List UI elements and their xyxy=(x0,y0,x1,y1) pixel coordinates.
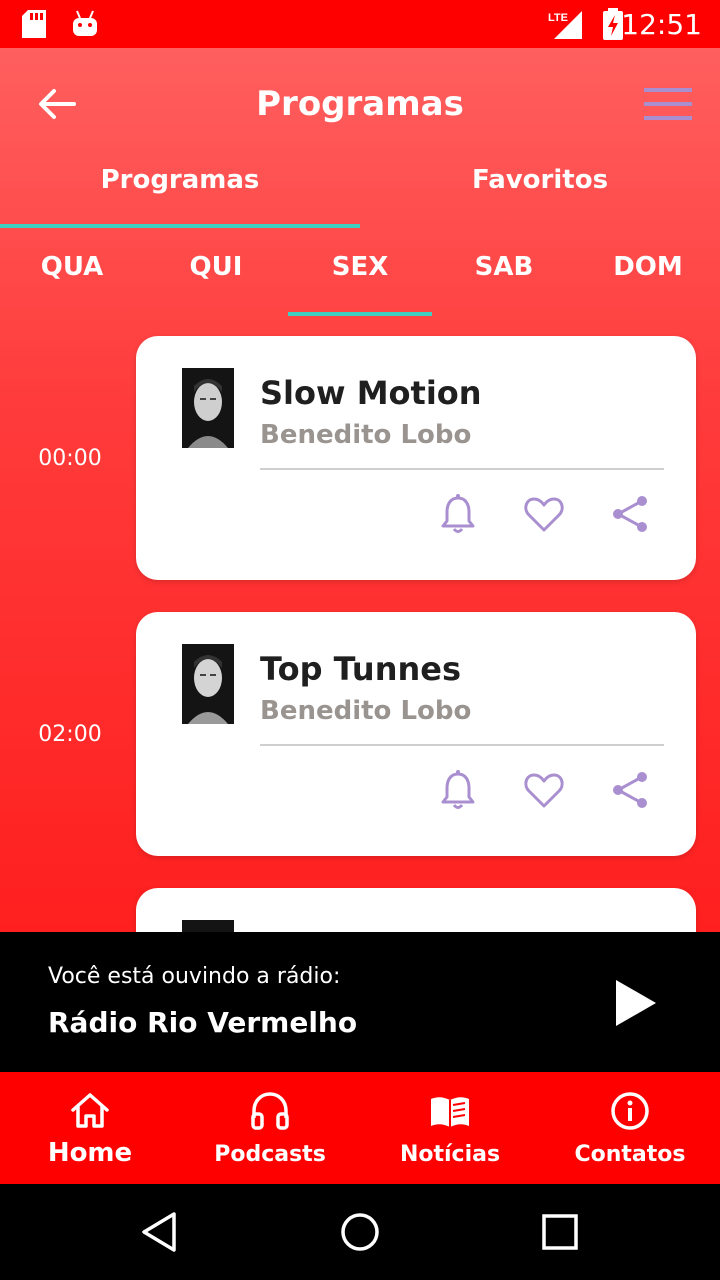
book-icon xyxy=(431,1097,469,1127)
info-icon xyxy=(611,1092,649,1130)
program-name: Top Tunnes xyxy=(260,650,462,688)
day-tab-qui[interactable]: QUI xyxy=(144,244,288,304)
page-title: Programas xyxy=(256,84,464,124)
play-icon[interactable] xyxy=(614,978,658,1028)
headphones-icon xyxy=(251,1092,289,1130)
heart-icon[interactable] xyxy=(522,492,566,536)
divider xyxy=(260,468,664,470)
program-card[interactable]: Slow Motion Benedito Lobo xyxy=(136,336,696,580)
host-avatar xyxy=(182,644,234,724)
program-host: Benedito Lobo xyxy=(260,420,472,450)
home-icon xyxy=(71,1093,109,1128)
nav-contatos[interactable]: Contatos xyxy=(540,1072,720,1184)
status-bar: LTE 12:51 xyxy=(0,0,720,48)
tab-bar: Programas Favoritos xyxy=(0,160,720,230)
signal-lte-icon: LTE xyxy=(548,11,582,39)
program-card[interactable]: Top Tunnes Benedito Lobo xyxy=(136,612,696,856)
share-icon[interactable] xyxy=(608,768,652,812)
station-name: Rádio Rio Vermelho xyxy=(48,1006,358,1039)
tab-indicator xyxy=(0,224,360,228)
android-icon xyxy=(73,10,97,36)
program-host: Benedito Lobo xyxy=(260,696,472,726)
day-tab-dom[interactable]: DOM xyxy=(576,244,720,304)
share-icon[interactable] xyxy=(608,492,652,536)
system-navigation-bar xyxy=(0,1184,720,1280)
nav-contatos-label: Contatos xyxy=(574,1142,686,1167)
divider xyxy=(260,744,664,746)
system-home-icon[interactable] xyxy=(338,1210,382,1254)
system-recents-icon[interactable] xyxy=(538,1210,582,1254)
system-back-icon[interactable] xyxy=(138,1210,182,1254)
clock: 12:51 xyxy=(621,8,702,41)
program-time: 00:00 xyxy=(38,446,102,471)
host-avatar xyxy=(182,920,234,932)
program-name: Slow Motion xyxy=(260,374,482,412)
bottom-navigation: Home Podcasts Notícias Contatos xyxy=(0,1072,720,1184)
day-tab-sex[interactable]: SEX xyxy=(288,244,432,304)
day-tab-qua[interactable]: QUA xyxy=(0,244,144,304)
host-avatar xyxy=(182,368,234,448)
bell-icon[interactable] xyxy=(436,768,480,812)
nav-podcasts[interactable]: Podcasts xyxy=(180,1072,360,1184)
nav-noticias-label: Notícias xyxy=(399,1142,501,1167)
program-time: 02:00 xyxy=(38,722,102,747)
now-playing-bar: Você está ouvindo a rádio: Rádio Rio Ver… xyxy=(0,932,720,1072)
tab-programas[interactable]: Programas xyxy=(0,160,360,230)
program-row: 00:00 Slow Motion Benedito Lobo xyxy=(0,336,720,580)
program-row xyxy=(0,888,720,932)
menu-icon[interactable] xyxy=(644,86,692,122)
heart-icon[interactable] xyxy=(522,768,566,812)
nav-noticias[interactable]: Notícias xyxy=(360,1072,540,1184)
nav-home[interactable]: Home xyxy=(0,1072,180,1184)
now-playing-label: Você está ouvindo a rádio: xyxy=(48,964,341,989)
bell-icon[interactable] xyxy=(436,492,480,536)
tab-favoritos[interactable]: Favoritos xyxy=(360,160,720,230)
program-row: 02:00 Top Tunnes Benedito Lobo xyxy=(0,612,720,856)
app-bar: Programas xyxy=(0,48,720,160)
app-content: Programas Programas Favoritos QUA QUI SE… xyxy=(0,48,720,932)
nav-podcasts-label: Podcasts xyxy=(214,1142,326,1167)
sd-card-icon xyxy=(22,10,46,38)
svg-text:LTE: LTE xyxy=(548,12,568,24)
day-selector: QUA QUI SEX SAB DOM xyxy=(0,244,720,316)
day-tab-sab[interactable]: SAB xyxy=(432,244,576,304)
program-card[interactable] xyxy=(136,888,696,932)
day-indicator xyxy=(288,312,432,316)
nav-home-label: Home xyxy=(47,1138,133,1168)
